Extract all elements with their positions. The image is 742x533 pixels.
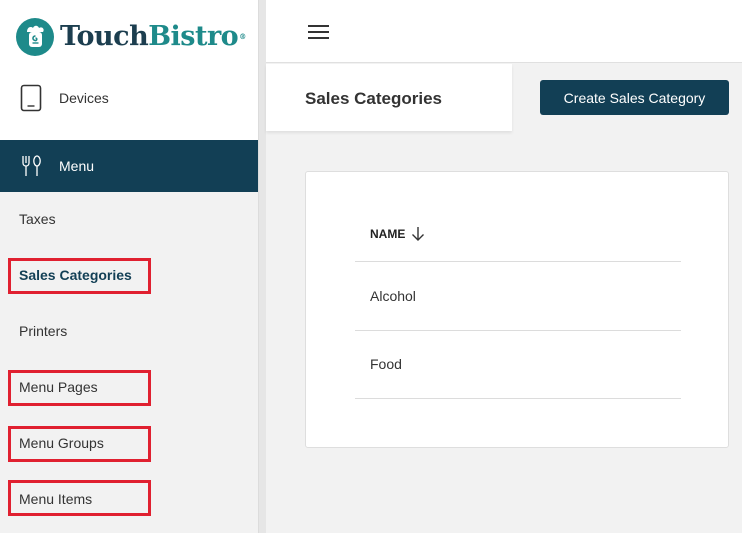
table-row-cell-name[interactable]: Food	[370, 356, 402, 372]
sales-categories-table: NAME Alcohol Food	[305, 171, 729, 448]
sidebar: TouchBistro® Devices Menu Taxes Sales Ca…	[0, 0, 258, 533]
column-header-name-label: NAME	[370, 227, 406, 241]
sidebar-item-printers[interactable]: Printers	[19, 322, 67, 340]
sidebar-item-devices[interactable]: Devices	[0, 78, 258, 118]
table-divider	[355, 330, 681, 331]
table-divider	[355, 261, 681, 262]
create-sales-category-button[interactable]: Create Sales Category	[540, 80, 729, 115]
chef-logo-icon	[16, 18, 54, 56]
logo[interactable]: TouchBistro®	[16, 18, 246, 56]
sidebar-item-taxes[interactable]: Taxes	[19, 210, 56, 228]
fork-knife-icon	[22, 155, 41, 176]
highlight-box-menu-groups	[8, 426, 151, 462]
logo-text: TouchBistro®	[60, 18, 246, 56]
sidebar-scrollbar[interactable]	[258, 0, 266, 533]
logo-text-bistro: Bistro	[148, 21, 239, 52]
sidebar-item-devices-label: Devices	[59, 90, 109, 106]
tablet-icon	[20, 84, 42, 112]
page-title: Sales Categories	[305, 89, 443, 108]
highlight-box-sales-categories	[8, 258, 151, 294]
highlight-box-menu-items	[8, 480, 151, 516]
sidebar-top: TouchBistro® Devices	[0, 0, 258, 140]
top-bar	[266, 0, 742, 63]
hamburger-menu-icon[interactable]	[308, 22, 330, 40]
highlight-box-menu-pages	[8, 370, 151, 406]
sidebar-section-menu[interactable]: Menu	[0, 140, 258, 192]
table-divider	[355, 398, 681, 399]
column-header-name[interactable]: NAME	[370, 226, 425, 242]
sidebar-section-menu-label: Menu	[59, 158, 95, 174]
logo-registered-mark: ®	[239, 32, 246, 41]
logo-text-touch: Touch	[60, 21, 149, 52]
table-row-cell-name[interactable]: Alcohol	[370, 288, 416, 304]
sort-descending-arrow-icon	[412, 227, 425, 241]
page-header: Sales Categories Create Sales Category	[266, 64, 742, 131]
